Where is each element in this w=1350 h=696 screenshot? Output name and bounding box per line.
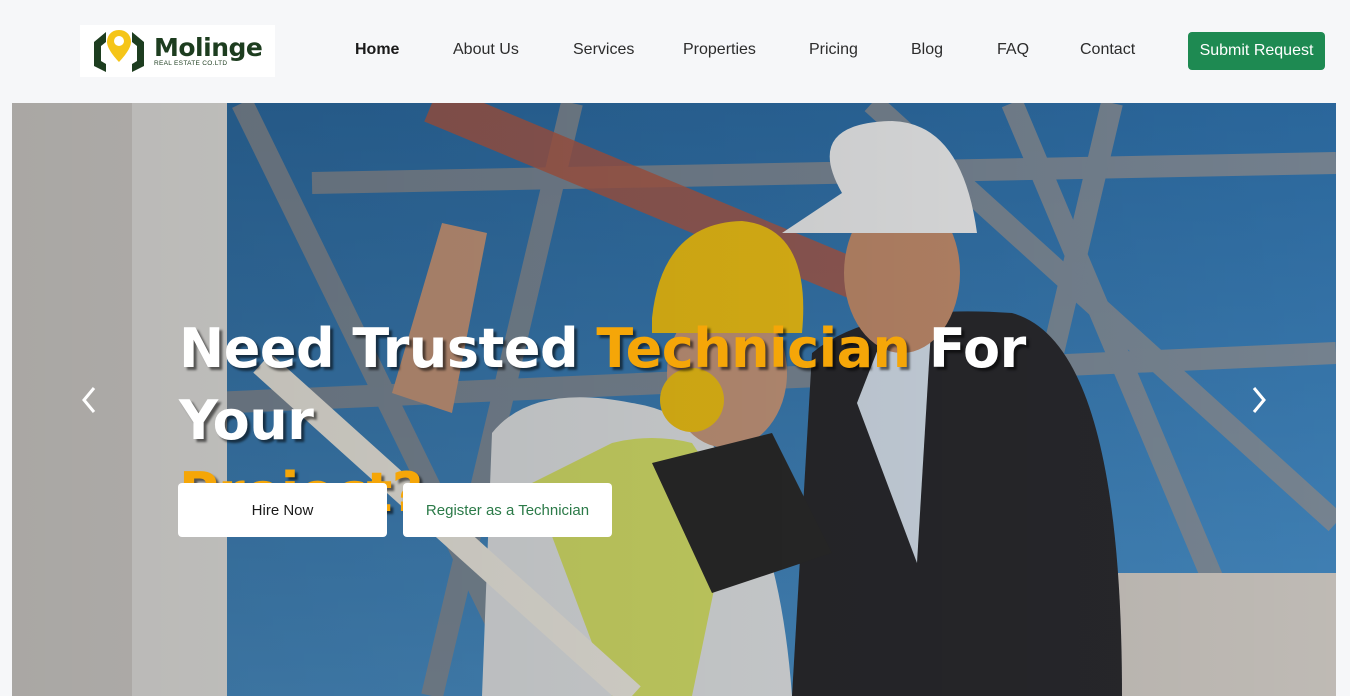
- hero-title-part1: Need Trusted: [179, 317, 597, 380]
- chevron-left-icon: [82, 387, 96, 413]
- carousel-prev-button[interactable]: [74, 385, 104, 415]
- hire-now-button[interactable]: Hire Now: [178, 483, 387, 537]
- submit-request-button[interactable]: Submit Request: [1188, 32, 1325, 70]
- nav-item-home[interactable]: Home: [355, 41, 399, 59]
- carousel-next-button[interactable]: [1244, 385, 1274, 415]
- register-technician-button[interactable]: Register as a Technician: [403, 483, 612, 537]
- nav-item-pricing[interactable]: Pricing: [809, 41, 858, 59]
- house-location-pin-icon: [94, 30, 144, 72]
- nav-item-faq[interactable]: FAQ: [997, 41, 1029, 59]
- nav-item-contact[interactable]: Contact: [1080, 41, 1135, 59]
- site-logo[interactable]: Molinge Real Estate Co.Ltd: [80, 25, 275, 77]
- nav-item-properties[interactable]: Properties: [683, 41, 756, 59]
- nav-item-services[interactable]: Services: [573, 41, 634, 59]
- nav-item-blog[interactable]: Blog: [911, 41, 943, 59]
- hero-carousel: Need Trusted Technician For Your Project…: [12, 103, 1336, 696]
- logo-name: Molinge: [154, 32, 263, 62]
- chevron-right-icon: [1252, 387, 1266, 413]
- site-header: Molinge Real Estate Co.Ltd Home About Us…: [0, 0, 1350, 103]
- hero-title-accent1: Technician: [596, 317, 911, 380]
- nav-item-about-us[interactable]: About Us: [453, 41, 519, 59]
